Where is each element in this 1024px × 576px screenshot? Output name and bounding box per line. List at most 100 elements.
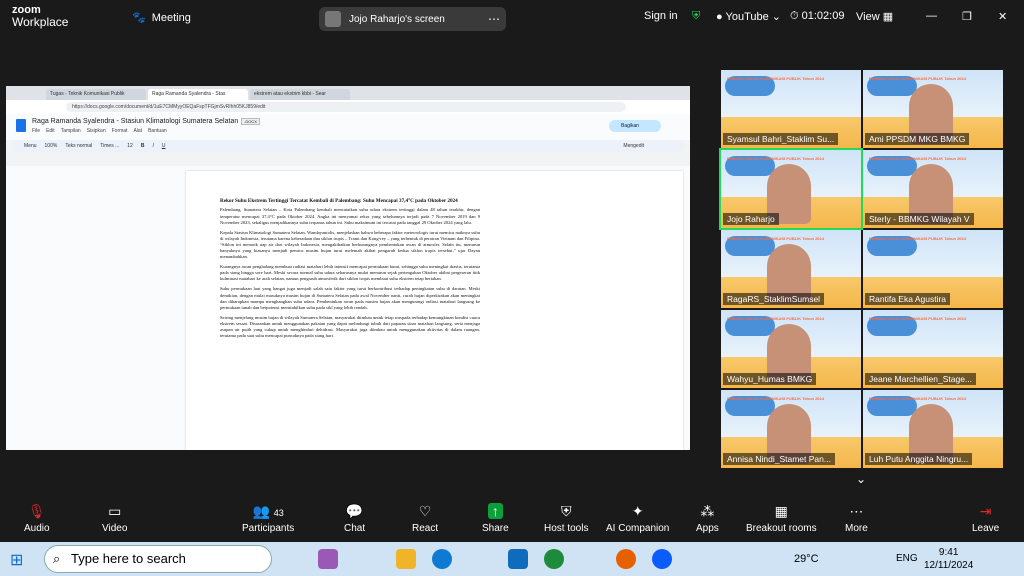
- doc-paragraph: Kurangnya awan penghalang membuat radias…: [220, 264, 480, 282]
- audio-button[interactable]: 🎙 Audio: [24, 503, 50, 534]
- share-doc-button[interactable]: Bagikan: [609, 120, 661, 132]
- apps-button[interactable]: ⁂ Apps: [696, 503, 719, 534]
- close-icon[interactable]: ✕: [998, 10, 1007, 23]
- taskbar-search[interactable]: ⌕ Type here to search: [44, 545, 272, 573]
- participants-label: Participants: [242, 523, 295, 534]
- presenter-avatar: [325, 11, 341, 27]
- participant-tile[interactable]: Pelatihan Teknis KOMUNIKASI PUBLIK Tahun…: [721, 390, 861, 468]
- participant-tile[interactable]: Pelatihan Teknis KOMUNIKASI PUBLIK Tahun…: [863, 150, 1003, 228]
- zoom-icon[interactable]: [652, 549, 672, 569]
- file-explorer-icon[interactable]: [396, 549, 416, 569]
- menu-tools[interactable]: Alat: [133, 128, 142, 134]
- outlook-icon[interactable]: [508, 549, 528, 569]
- menu-format[interactable]: Format: [112, 128, 128, 134]
- windows-start-icon[interactable]: ⊞: [10, 550, 23, 570]
- doc-paragraph: Palembang, Sumatera Selatan – Kota Palem…: [220, 207, 480, 225]
- participant-name: Syamsul Bahri_Staklim Su...: [723, 133, 839, 145]
- participant-tile[interactable]: Pelatihan Teknis KOMUNIKASI PUBLIK Tahun…: [721, 310, 861, 388]
- taskbar-clock[interactable]: 9:41 12/11/2024: [924, 546, 973, 572]
- menu-view[interactable]: Tampilan: [61, 128, 81, 134]
- more-button[interactable]: ⋯ More: [845, 503, 868, 534]
- restore-icon[interactable]: ❐: [962, 10, 972, 23]
- participant-tile[interactable]: Pelatihan Teknis KOMUNIKASI PUBLIK Tahun…: [863, 230, 1003, 308]
- menu-insert[interactable]: Sisipkan: [87, 128, 106, 134]
- slide-heading: Pelatihan Teknis KOMUNIKASI PUBLIK Tahun…: [727, 396, 824, 401]
- input-language[interactable]: ENG: [896, 553, 918, 564]
- breakout-label: Breakout rooms: [746, 523, 817, 534]
- meeting-label: Meeting: [151, 11, 191, 24]
- sparkle-icon: ✦: [631, 503, 644, 519]
- browser-tab-active[interactable]: Raga Ramanda Syalendra - Stas: [148, 89, 248, 100]
- chat-button[interactable]: 💬 Chat: [344, 503, 365, 534]
- doc-title[interactable]: Raga Ramanda Syalendra - Stasiun Klimato…: [32, 118, 260, 125]
- participants-button[interactable]: 👥 43 Participants: [242, 503, 294, 534]
- menu-help[interactable]: Bantuan: [148, 128, 167, 134]
- menu-edit[interactable]: Edit: [46, 128, 55, 134]
- participant-tile[interactable]: Pelatihan Teknis KOMUNIKASI PUBLIK Tahun…: [863, 310, 1003, 388]
- doc-page[interactable]: Rekor Suhu Ekstrem Tertinggi Tercatat Ke…: [186, 171, 683, 450]
- font-select[interactable]: Times ...: [100, 143, 119, 149]
- leave-button[interactable]: ⇥ Leave: [972, 503, 999, 534]
- style-select[interactable]: Teks normal: [65, 143, 92, 149]
- address-bar[interactable]: https://docs.google.com/document/d/1uE7C…: [6, 100, 690, 114]
- browser-tab[interactable]: Tugas - Teknik Komunikasi Publik: [46, 89, 146, 100]
- shield-icon[interactable]: ⛨: [692, 10, 700, 23]
- underline-icon[interactable]: U: [162, 143, 166, 149]
- participant-name: Wahyu_Humas BMKG: [723, 373, 817, 385]
- video-button[interactable]: ▭ Video: [102, 503, 127, 534]
- apps-label: Apps: [696, 523, 719, 534]
- timer: ⏱ 01:02:09: [790, 10, 845, 22]
- browser-tab[interactable]: ekstrem atau ekstrim kbbi - Sear: [250, 89, 350, 100]
- menu-file[interactable]: File: [32, 128, 40, 134]
- slide-heading: Pelatihan Teknis KOMUNIKASI PUBLIK Tahun…: [727, 316, 824, 321]
- browser-tabs: Tugas - Teknik Komunikasi Publik Raga Ra…: [6, 86, 690, 100]
- italic-icon[interactable]: I: [152, 143, 153, 149]
- participant-tile[interactable]: Pelatihan Teknis KOMUNIKASI PUBLIK Tahun…: [863, 390, 1003, 468]
- zoom-select[interactable]: 100%: [45, 143, 58, 149]
- slide-heading: Pelatihan Teknis KOMUNIKASI PUBLIK Tahun…: [869, 396, 966, 401]
- more-icon[interactable]: ⋯: [488, 12, 500, 26]
- url-text[interactable]: https://docs.google.com/document/d/1uE7C…: [66, 102, 626, 112]
- firefox-icon[interactable]: [616, 549, 636, 569]
- participant-tile[interactable]: Pelatihan Teknis KOMUNIKASI PUBLIK Tahun…: [721, 230, 861, 308]
- edit-mode-select[interactable]: Mengedit: [623, 143, 644, 149]
- clock-date: 12/11/2024: [924, 560, 974, 571]
- breakout-rooms-button[interactable]: ▦ Breakout rooms: [746, 503, 817, 534]
- weather-temperature[interactable]: 29°C: [794, 553, 819, 565]
- participant-name: Ami PPSDM MKG BMKG: [865, 133, 970, 145]
- host-tools-button[interactable]: ⛨ Host tools: [544, 503, 588, 534]
- screen-share-pill[interactable]: Jojo Raharjo's screen ⋯: [319, 7, 506, 31]
- doc-paragraph: Suhu permukaan laut yang hangat juga men…: [220, 286, 480, 310]
- bold-icon[interactable]: B: [141, 143, 145, 149]
- react-button[interactable]: ♡ React: [412, 503, 438, 534]
- video-label: Video: [102, 523, 128, 534]
- doc-menu-bar: File Edit Tampilan Sisipkan Format Alat …: [32, 128, 167, 134]
- doc-heading: Rekor Suhu Ekstrem Tertinggi Tercatat Ke…: [220, 198, 458, 204]
- meeting-menu[interactable]: 🐾 Meeting: [132, 11, 191, 25]
- edge-icon[interactable]: [432, 549, 452, 569]
- zoom-top-bar: zoom Workplace 🐾 Meeting Jojo Raharjo's …: [0, 0, 1024, 36]
- participant-tile[interactable]: Pelatihan Teknis KOMUNIKASI PUBLIK Tahun…: [719, 148, 863, 230]
- share-button[interactable]: ↑ Share: [482, 503, 509, 534]
- copilot-icon[interactable]: [318, 549, 338, 569]
- menu-search[interactable]: Menu: [24, 143, 37, 149]
- participant-tile[interactable]: Pelatihan Teknis KOMUNIKASI PUBLIK Tahun…: [721, 70, 861, 148]
- chat-icon: 💬: [345, 503, 364, 519]
- participant-gallery: Pelatihan Teknis KOMUNIKASI PUBLIK Tahun…: [719, 70, 1003, 468]
- view-menu[interactable]: View ▦: [856, 10, 893, 23]
- sign-in-link[interactable]: Sign in: [644, 10, 678, 22]
- participant-name: Luh Putu Anggita Ningru...: [865, 453, 973, 465]
- chevron-down-icon[interactable]: ⌄: [856, 472, 866, 486]
- chrome-icon[interactable]: [544, 549, 564, 569]
- grid-icon: ▦: [774, 503, 788, 519]
- host-tools-label: Host tools: [544, 523, 589, 534]
- heart-icon: ♡: [418, 503, 432, 519]
- youtube-label: YouTube: [725, 11, 769, 23]
- minimize-icon[interactable]: —: [926, 10, 937, 22]
- font-size-input[interactable]: 12: [127, 143, 133, 149]
- youtube-live[interactable]: ● YouTube ⌄: [716, 10, 781, 23]
- ai-companion-button[interactable]: ✦ AI Companion: [606, 503, 669, 534]
- more-icon: ⋯: [849, 503, 864, 519]
- participant-name: RagaRS_StaklimSumsel: [723, 293, 825, 305]
- participant-tile[interactable]: Pelatihan Teknis KOMUNIKASI PUBLIK Tahun…: [863, 70, 1003, 148]
